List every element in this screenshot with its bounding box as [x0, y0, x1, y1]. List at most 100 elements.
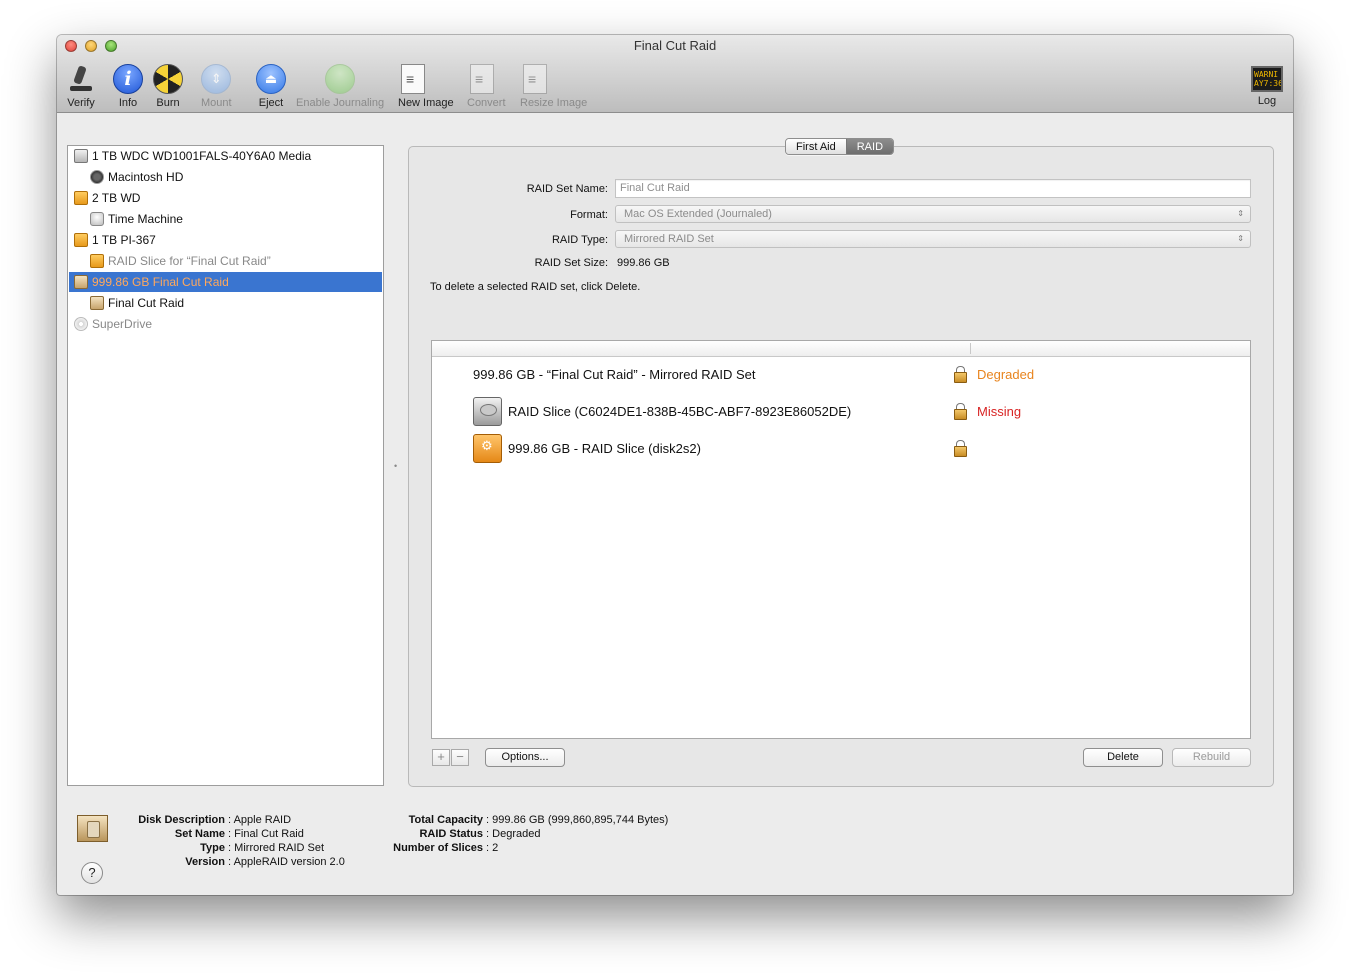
raid-set-row-name: 999.86 GB - “Final Cut Raid” - Mirrored …: [473, 367, 756, 382]
disk-utility-window: Final Cut Raid Verify i Info Burn ⇕ Moun…: [57, 35, 1293, 895]
lock-icon: [954, 366, 967, 383]
raid-icon: [90, 296, 104, 310]
sidebar-item-final-cut-raid-set[interactable]: 999.86 GB Final Cut Raid: [69, 272, 382, 292]
burn-icon: [153, 64, 183, 94]
info-value: 2: [492, 842, 499, 854]
log-console-icon: WARNI AY7:36: [1251, 66, 1283, 92]
raid-type-value: Mirrored RAID Set: [624, 233, 714, 245]
enable-journaling-button[interactable]: Enable Journaling: [296, 64, 384, 109]
raid-members-table[interactable]: 999.86 GB - “Final Cut Raid” - Mirrored …: [431, 340, 1251, 739]
eject-label: Eject: [258, 97, 284, 109]
info-key: Version: [185, 856, 225, 868]
help-button[interactable]: ?: [81, 862, 103, 884]
info-version: Version : AppleRAID version 2.0: [97, 855, 345, 869]
new-image-icon: [401, 64, 425, 94]
delete-hint-text: To delete a selected RAID set, click Del…: [430, 281, 641, 293]
burn-label: Burn: [156, 97, 180, 109]
sidebar-item-time-machine[interactable]: Time Machine: [69, 209, 382, 229]
status-missing: Missing: [977, 404, 1022, 419]
window-title: Final Cut Raid: [633, 38, 717, 53]
external-disk-icon: [90, 254, 104, 268]
sidebar-item-label: 2 TB WD: [92, 191, 141, 205]
info-key: Set Name: [174, 828, 225, 840]
convert-icon: [470, 64, 494, 94]
info-key: RAID Status: [419, 828, 483, 840]
sidebar-item-label: 999.86 GB Final Cut Raid: [92, 275, 229, 289]
raid-set-size-label: RAID Set Size:: [534, 257, 608, 269]
info-disk-description: Disk Description : Apple RAID: [97, 813, 291, 827]
info-icon: i: [113, 64, 143, 94]
convert-button[interactable]: Convert: [467, 64, 506, 109]
convert-label: Convert: [467, 97, 506, 109]
sidebar-item-label: RAID Slice for “Final Cut Raid”: [108, 254, 271, 268]
time-machine-icon: [90, 212, 104, 226]
options-button[interactable]: Options...: [485, 748, 565, 767]
remove-button[interactable]: −: [451, 749, 469, 766]
format-value: Mac OS Extended (Journaled): [624, 208, 772, 220]
info-key: Type: [200, 842, 225, 854]
disk-list-sidebar[interactable]: 1 TB WDC WD1001FALS-40Y6A0 Media Macinto…: [67, 145, 384, 786]
eject-button[interactable]: ⏏ Eject: [256, 64, 286, 109]
raid-type-label: RAID Type:: [551, 234, 608, 246]
new-image-button[interactable]: New Image: [398, 64, 454, 109]
log-button[interactable]: WARNI AY7:36 Log: [1251, 64, 1283, 107]
raid-type-popup[interactable]: Mirrored RAID Set ⇕: [615, 230, 1251, 248]
tab-bar: First Aid RAID: [785, 138, 895, 155]
table-header: [432, 341, 1250, 357]
sidebar-item-superdrive[interactable]: SuperDrive: [69, 314, 382, 334]
internal-disk-icon: [473, 397, 502, 426]
microscope-icon: [66, 64, 96, 94]
mount-icon: ⇕: [201, 64, 232, 94]
info-value: Mirrored RAID Set: [234, 842, 325, 854]
format-popup[interactable]: Mac OS Extended (Journaled) ⇕: [615, 205, 1251, 223]
verify-button[interactable]: Verify: [66, 64, 96, 109]
sidebar-item-raid-slice[interactable]: RAID Slice for “Final Cut Raid”: [69, 251, 382, 271]
sidebar-item-2tb-wd[interactable]: 2 TB WD: [69, 188, 382, 208]
eject-icon: ⏏: [256, 64, 286, 94]
sidebar-item-label: SuperDrive: [92, 317, 153, 331]
info-value: Degraded: [492, 828, 541, 840]
raid-set-size-value: 999.86 GB: [617, 257, 670, 269]
burn-button[interactable]: Burn: [153, 64, 183, 109]
popup-arrows-icon: ⇕: [1237, 234, 1244, 243]
sidebar-item-1tb-pi-367[interactable]: 1 TB PI-367: [69, 230, 382, 250]
info-key: Total Capacity: [408, 814, 483, 826]
tab-first-aid[interactable]: First Aid: [786, 139, 846, 154]
info-key: Number of Slices: [393, 842, 483, 854]
new-image-label: New Image: [398, 97, 454, 109]
info-key: Disk Description: [138, 814, 225, 826]
format-label: Format:: [570, 209, 608, 221]
add-button[interactable]: +: [432, 749, 450, 766]
superdrive-icon: [74, 317, 88, 331]
info-number-of-slices: Number of Slices : 2: [357, 841, 498, 855]
delete-button[interactable]: Delete: [1083, 748, 1163, 767]
resize-image-icon: [523, 64, 547, 94]
external-disk-icon: [74, 233, 88, 247]
sidebar-item-macintosh-hd[interactable]: Macintosh HD: [69, 167, 382, 187]
rebuild-button[interactable]: Rebuild: [1172, 748, 1251, 767]
sidebar-item-wdc-disk[interactable]: 1 TB WDC WD1001FALS-40Y6A0 Media: [69, 146, 382, 166]
column-separator: [970, 343, 971, 354]
status-degraded: Degraded: [977, 367, 1035, 382]
sidebar-item-final-cut-raid-volume[interactable]: Final Cut Raid: [69, 293, 382, 313]
verify-label: Verify: [67, 97, 95, 109]
log-label: Log: [1257, 95, 1277, 107]
info-type: Type : Mirrored RAID Set: [97, 841, 324, 855]
raid-set-name-label: RAID Set Name:: [526, 183, 608, 195]
info-button[interactable]: i Info: [113, 64, 143, 109]
lock-icon: [954, 440, 967, 457]
tab-raid[interactable]: RAID: [845, 139, 894, 154]
toolbar: Final Cut Raid Verify i Info Burn ⇕ Moun…: [57, 35, 1293, 113]
hard-disk-icon: [74, 149, 88, 163]
mount-button[interactable]: ⇕ Mount: [201, 64, 232, 109]
raid-panel: First Aid RAID RAID Set Name: Final Cut …: [408, 138, 1274, 787]
sidebar-item-label: 1 TB PI-367: [92, 233, 156, 247]
split-view-handle[interactable]: •: [394, 461, 397, 471]
popup-arrows-icon: ⇕: [1237, 209, 1244, 218]
raid-set-name-field[interactable]: Final Cut Raid: [615, 179, 1251, 198]
table-row[interactable]: 999.86 GB - RAID Slice (disk2s2): [432, 432, 1250, 466]
table-row[interactable]: 999.86 GB - “Final Cut Raid” - Mirrored …: [432, 358, 1250, 392]
sidebar-item-label: 1 TB WDC WD1001FALS-40Y6A0 Media: [92, 149, 312, 163]
table-row[interactable]: RAID Slice (C6024DE1-838B-45BC-ABF7-8923…: [432, 395, 1250, 429]
resize-image-button[interactable]: Resize Image: [520, 64, 587, 109]
